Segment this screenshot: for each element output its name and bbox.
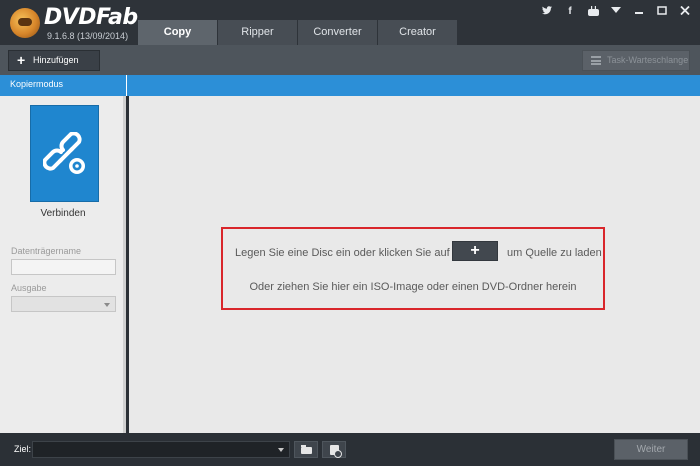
main-drop-area[interactable]: Legen Sie eine Disc ein oder klicken Sie… (129, 96, 700, 433)
youtube-icon[interactable] (588, 6, 599, 19)
add-source-label: Hinzufügen (33, 55, 79, 65)
target-path-select[interactable] (32, 441, 290, 458)
toolbar: + Hinzufügen Task-Warteschlange (0, 45, 700, 75)
merge-mode-label: Verbinden (40, 208, 86, 219)
sidebar: Verbinden Datenträgername Ausgabe (0, 96, 126, 433)
disc-file-icon (330, 445, 342, 458)
chain-link-icon (43, 132, 85, 174)
instruction-text-part2: um Quelle zu laden (507, 247, 602, 259)
volume-name-label: Datenträgername (11, 246, 82, 256)
instruction-text-part1: Legen Sie eine Disc ein oder klicken Sie… (235, 247, 450, 259)
twitter-icon[interactable] (542, 6, 552, 19)
next-button[interactable]: Weiter (614, 439, 688, 460)
volume-name-input[interactable] (11, 259, 116, 275)
plus-icon: + (17, 52, 26, 68)
instruction-line-1: Legen Sie eine Disc ein oder klicken Sie… (235, 247, 602, 259)
output-select[interactable] (11, 296, 116, 312)
load-source-plus-button[interactable]: + (452, 241, 498, 261)
chevron-down-icon (104, 303, 110, 307)
chevron-down-icon (278, 448, 284, 452)
minimize-icon[interactable] (634, 6, 644, 19)
task-queue-label: Task-Warteschlange (607, 55, 689, 65)
target-label: Ziel: (14, 444, 32, 454)
copy-mode-label: Kopiermodus (10, 79, 64, 89)
tab-converter[interactable]: Converter (298, 20, 378, 45)
save-to-iso-button[interactable] (322, 441, 346, 458)
tab-creator[interactable]: Creator (378, 20, 458, 45)
task-queue-button[interactable]: Task-Warteschlange (582, 50, 690, 71)
app-brand: DVDFab (44, 5, 138, 30)
browse-folder-button[interactable] (294, 441, 318, 458)
maximize-icon[interactable] (657, 6, 667, 19)
mode-bar-divider (126, 75, 127, 96)
dropdown-menu-icon[interactable] (611, 6, 621, 19)
main-tabs: Copy Ripper Converter Creator (138, 20, 458, 45)
close-icon[interactable] (680, 5, 690, 19)
dvdfab-logo-icon (10, 8, 40, 38)
tab-ripper[interactable]: Ripper (218, 20, 298, 45)
facebook-icon[interactable]: f (565, 6, 575, 19)
add-source-button[interactable]: + Hinzufügen (8, 50, 100, 71)
instruction-line-2: Oder ziehen Sie hier ein ISO-Image oder … (249, 281, 577, 293)
window-controls: f (542, 5, 690, 19)
folder-icon (301, 445, 312, 454)
title-bar: DVDFab 9.1.6.8 (13/09/2014) Copy Ripper … (0, 0, 700, 45)
app-version: 9.1.6.8 (13/09/2014) (47, 31, 129, 41)
tab-copy[interactable]: Copy (138, 20, 218, 45)
drop-instructions-box: Legen Sie eine Disc ein oder klicken Sie… (221, 227, 605, 310)
bottom-bar: Ziel: Weiter (0, 433, 700, 466)
output-label: Ausgabe (11, 283, 47, 293)
copy-mode-bar: Kopiermodus (0, 75, 700, 96)
list-icon (591, 56, 601, 65)
merge-mode-tile[interactable] (30, 105, 99, 202)
